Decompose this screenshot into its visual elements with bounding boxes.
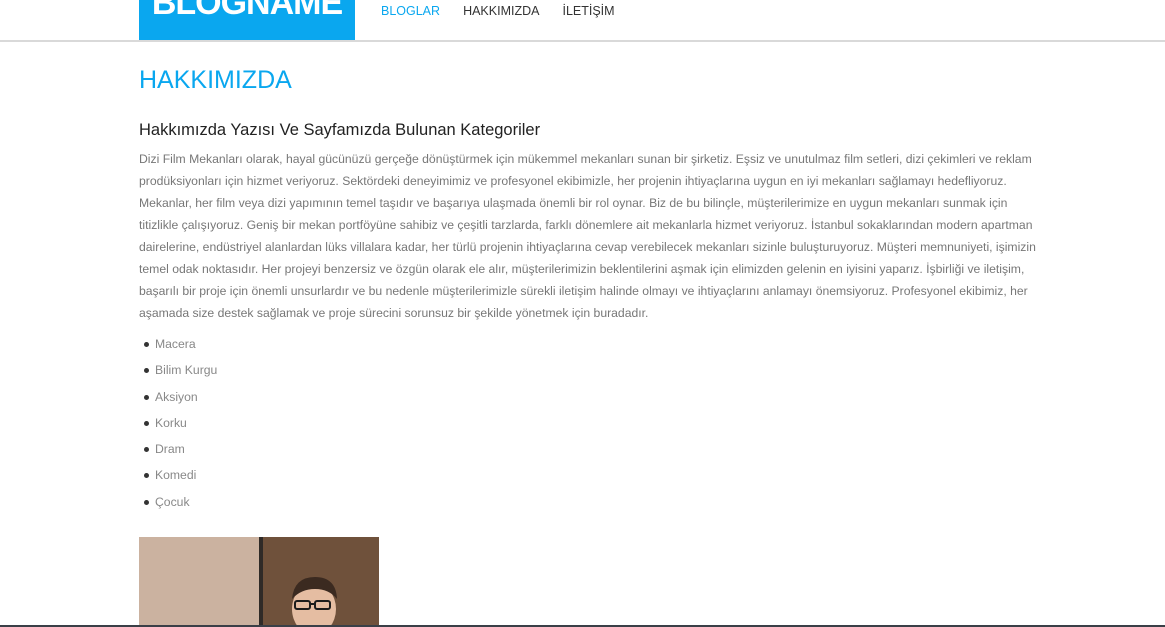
category-label: Çocuk [155,494,190,509]
bullet-icon [144,420,149,426]
category-item[interactable]: Aksiyon [139,387,217,413]
about-paragraph: Dizi Film Mekanları olarak, hayal gücünü… [139,152,1036,320]
bullet-icon [144,342,149,347]
category-label: Macera [155,337,196,351]
top-navbar: BLOGNAME BLOGLAR HAKKIMIZDA İLETİŞİM [0,0,1165,42]
section-title: Hakkımızda Yazısı Ve Sayfamızda Bulunan … [139,121,541,139]
bullet-icon [144,368,149,374]
site-logo[interactable]: BLOGNAME [139,0,355,40]
category-item[interactable]: Dram [139,439,217,465]
nav-link-bloglar[interactable]: BLOGLAR [381,0,440,24]
about-photo [139,537,379,627]
main-nav: BLOGLAR HAKKIMIZDA İLETİŞİM [381,0,638,24]
category-label: Bilim Kurgu [155,363,218,378]
bullet-icon [144,447,149,453]
page-title: HAKKIMIZDA [139,66,292,94]
bullet-icon [144,394,149,400]
category-item[interactable]: Bilim Kurgu [139,360,217,386]
category-label: Dram [155,442,185,457]
category-label: Aksiyon [155,389,198,404]
category-item[interactable]: Çocuk [139,492,217,518]
nav-link-iletisim[interactable]: İLETİŞİM [562,0,614,24]
bullet-icon [144,499,149,505]
category-item[interactable]: Macera [139,334,217,360]
person-photo-illustration [139,537,379,627]
category-item[interactable]: Komedi [139,465,217,491]
logo-text: BLOGNAME [151,0,343,22]
category-label: Korku [155,415,187,430]
nav-link-hakkimizda[interactable]: HAKKIMIZDA [463,0,539,24]
category-label: Komedi [155,468,197,483]
bullet-icon [144,473,149,479]
category-list: Macera Bilim Kurgu Aksiyon Korku Dram Ko… [139,334,217,518]
category-item[interactable]: Korku [139,413,217,439]
